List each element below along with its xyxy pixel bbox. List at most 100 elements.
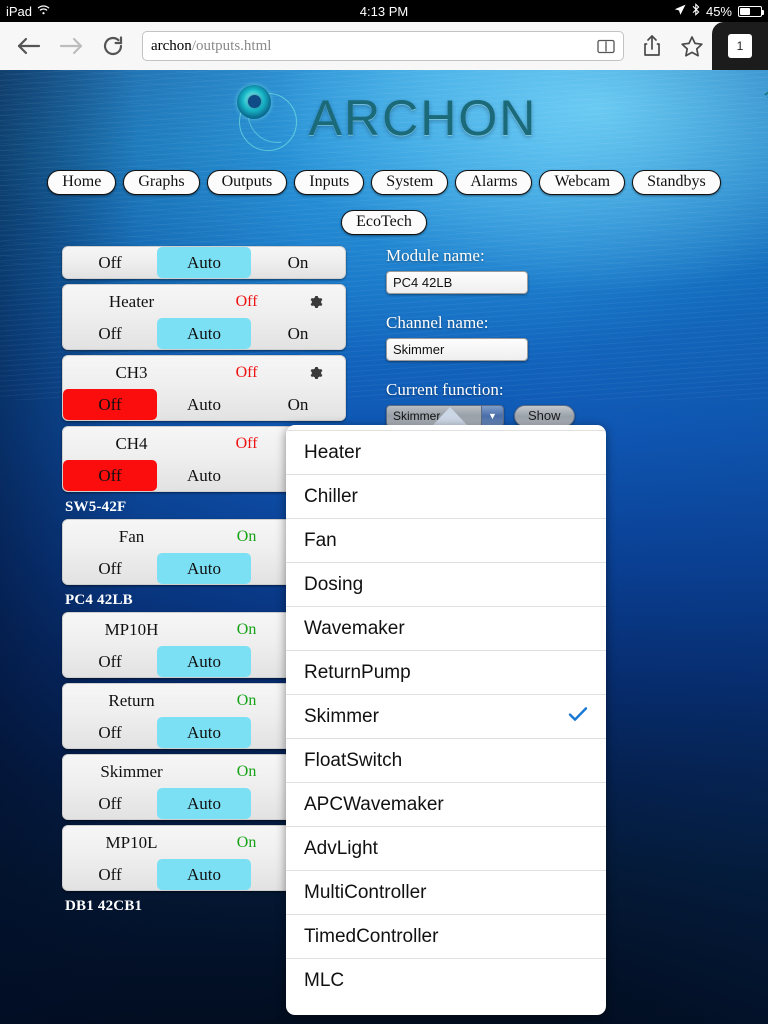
channel-name-input[interactable] (386, 338, 528, 361)
mode-button-auto[interactable]: Auto (157, 460, 251, 491)
nav-standbys[interactable]: Standbys (632, 170, 721, 195)
channel-status: On (236, 833, 257, 851)
reload-icon[interactable] (92, 26, 134, 66)
nav-outputs[interactable]: Outputs (206, 170, 288, 195)
location-arrow-icon (674, 4, 686, 19)
site-logo: ARCHON (0, 78, 768, 158)
ios-status-bar: iPad 4:13 PM 45% (0, 0, 768, 22)
dropdown-option[interactable]: Heater (286, 430, 606, 474)
channel-name: CH4 (115, 433, 148, 453)
nav-inputs[interactable]: Inputs (294, 170, 365, 195)
mode-button-off[interactable]: Off (63, 389, 157, 420)
gear-icon[interactable] (293, 293, 337, 311)
forward-arrow-icon[interactable] (50, 26, 92, 66)
mode-button-auto[interactable]: Auto (157, 247, 251, 278)
function-option-list: Heater Chiller Fan Dosing Wavemaker ReturnPum… (286, 425, 606, 1002)
logo-text: ARCHON (308, 90, 538, 146)
mode-button-off[interactable]: Off (63, 318, 157, 349)
safari-toolbar: archon/outputs.html 1 (0, 22, 768, 70)
nav-graphs[interactable]: Graphs (123, 170, 200, 195)
url-host: archon (151, 37, 192, 54)
main-nav: Home Graphs Outputs Inputs System Alarms Webca… (0, 170, 768, 195)
mode-button-auto[interactable]: Auto (157, 788, 251, 819)
channel-status: On (236, 762, 257, 780)
chevron-down-icon[interactable]: ▼ (481, 406, 503, 426)
channel-status: Off (235, 363, 258, 381)
status-bar-clock: 4:13 PM (359, 3, 409, 19)
dropdown-option[interactable]: MultiController (286, 870, 606, 914)
mode-button-on[interactable]: On (251, 389, 345, 420)
current-function-label: Current function: (386, 380, 504, 399)
channel-name-label: Channel name: (386, 313, 489, 332)
mode-button-off[interactable]: Off (63, 717, 157, 748)
bookmark-star-icon[interactable] (672, 26, 712, 66)
dropdown-option-label: ReturnPump (304, 661, 411, 683)
dropdown-option[interactable]: MLC (286, 958, 606, 1002)
dropdown-option-label: Skimmer (304, 705, 379, 727)
output-channel-card: CH3 Off Off Auto On (62, 355, 346, 421)
reader-view-icon[interactable] (597, 39, 615, 54)
mode-button-auto[interactable]: Auto (157, 389, 251, 420)
channel-name: CH3 (115, 362, 148, 382)
status-bar-right: 45% (674, 3, 764, 19)
mode-button-on[interactable]: On (251, 318, 345, 349)
dropdown-option[interactable]: Chiller (286, 474, 606, 518)
channel-name: MP10H (104, 619, 159, 639)
mode-button-off[interactable]: Off (63, 247, 157, 278)
mode-button-off[interactable]: Off (63, 646, 157, 677)
mode-button-auto[interactable]: Auto (157, 646, 251, 677)
popover-arrow (432, 407, 468, 426)
dropdown-option[interactable]: Fan (286, 518, 606, 562)
dropdown-option-label: MultiController (304, 881, 427, 903)
dropdown-option[interactable]: AdvLight (286, 826, 606, 870)
mode-button-auto[interactable]: Auto (157, 717, 251, 748)
dropdown-option[interactable]: TimedController (286, 914, 606, 958)
archon-swirl-icon (231, 83, 305, 153)
tab-count: 1 (728, 34, 752, 58)
dropdown-option[interactable]: ReturnPump (286, 650, 606, 694)
show-button[interactable]: Show (514, 405, 575, 427)
mode-button-on[interactable]: On (251, 247, 345, 278)
channel-header-row: Heater Off (63, 285, 345, 318)
mode-button-off[interactable]: Off (63, 553, 157, 584)
dropdown-option[interactable]: FloatSwitch (286, 738, 606, 782)
dropdown-option-label: Fan (304, 529, 337, 551)
mode-button-auto[interactable]: Auto (157, 859, 251, 890)
channel-name: Heater (108, 291, 155, 311)
channel-status: Off (235, 292, 258, 310)
archon-page: ARCHON Home Graphs Outputs Inputs System Alar… (0, 70, 768, 1024)
function-dropdown-popover: Heater Chiller Fan Dosing Wavemaker ReturnPum… (286, 425, 606, 1015)
channel-mode-segmented-control: OffAutoOn (63, 247, 345, 278)
mode-button-auto[interactable]: Auto (157, 553, 251, 584)
ipad-safari-screen: iPad 4:13 PM 45% archon /outputs.html 1 … (0, 0, 768, 1024)
dropdown-option[interactable]: Wavemaker (286, 606, 606, 650)
channel-mode-segmented-control: OffAutoOn (63, 389, 345, 420)
module-name-input[interactable] (386, 271, 528, 294)
nav-system[interactable]: System (371, 170, 449, 195)
channel-status: On (236, 527, 257, 545)
dropdown-option[interactable]: APCWavemaker (286, 782, 606, 826)
mode-button-auto[interactable]: Auto (157, 318, 251, 349)
back-arrow-icon[interactable] (8, 26, 50, 66)
url-path: /outputs.html (191, 37, 272, 54)
dropdown-option-label: AdvLight (304, 837, 378, 859)
address-bar[interactable]: archon/outputs.html (142, 31, 624, 61)
nav-webcam[interactable]: Webcam (539, 170, 626, 195)
mode-button-off[interactable]: Off (63, 788, 157, 819)
nav-ecotech[interactable]: EcoTech (341, 210, 427, 235)
dropdown-option[interactable]: Dosing (286, 562, 606, 606)
mode-button-off[interactable]: Off (63, 859, 157, 890)
channel-status: On (236, 620, 257, 638)
wifi-arc-icon (760, 76, 768, 110)
gear-icon[interactable] (293, 364, 337, 382)
checkmark-icon (568, 705, 588, 728)
nav-alarms[interactable]: Alarms (455, 170, 533, 195)
dropdown-option[interactable]: Skimmer (286, 694, 606, 738)
dropdown-option-label: FloatSwitch (304, 749, 403, 771)
mode-button-off[interactable]: Off (63, 460, 157, 491)
bluetooth-icon (692, 3, 700, 19)
output-channel-card: Heater Off Off Auto On (62, 284, 346, 350)
nav-home[interactable]: Home (47, 170, 117, 195)
tab-overview-button[interactable]: 1 (712, 22, 768, 70)
share-button[interactable] (632, 26, 672, 66)
